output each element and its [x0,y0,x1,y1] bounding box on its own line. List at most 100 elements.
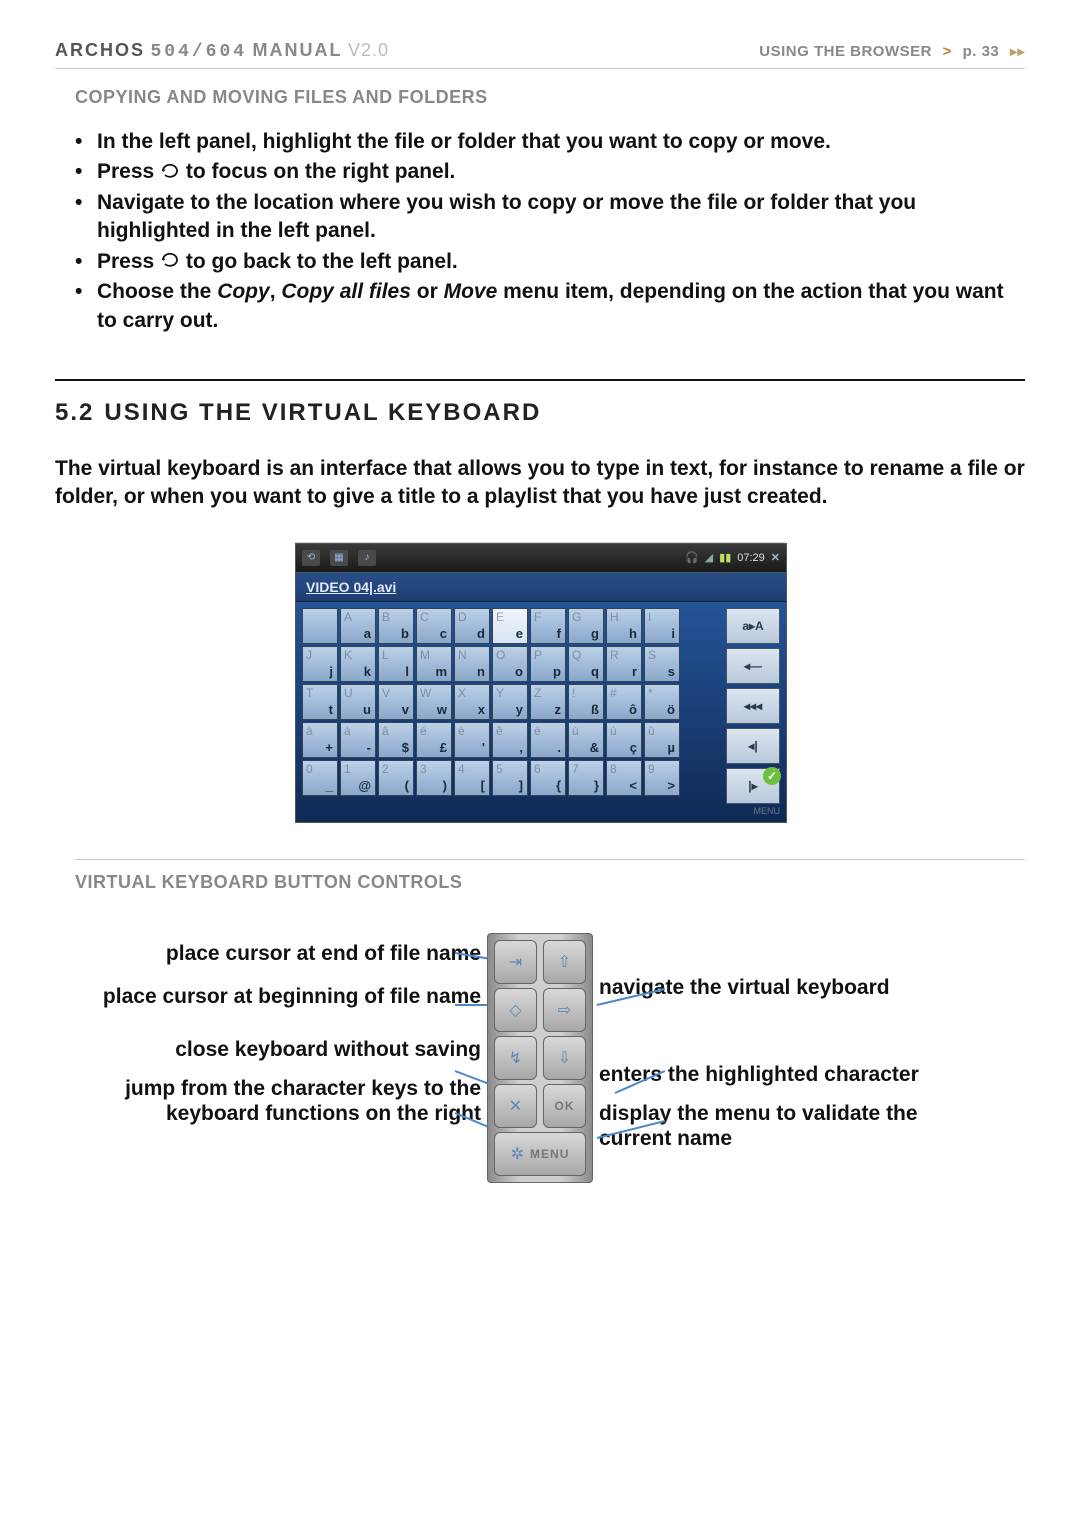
remote-close-button: ✕ [494,1084,537,1128]
vk-key: Jj [302,646,338,682]
model-number: 504/604 [150,42,247,62]
menu-icon: ✲ [511,1144,524,1164]
headphone-icon: 🎧 [685,551,699,564]
vk-key: 3) [416,760,452,796]
bullet-4: Press to go back to the left panel. [97,248,458,277]
vk-key: á- [340,722,376,758]
vk-key: 7} [568,760,604,796]
section-divider [55,379,1025,381]
cycle-icon [160,248,180,276]
eq-icon: ♪ [358,550,376,566]
manual-label: MANUAL [253,40,343,60]
vk-key: Nn [454,646,490,682]
vk-key: Mm [416,646,452,682]
vk-key: Yy [492,684,528,720]
page-number: p. 33 [963,43,1000,60]
remote-tab-button: ⇥ [494,940,537,984]
status-time: 07:29 [737,552,765,564]
vk-filename-field: VIDEO 04|.avi [296,572,786,602]
section-title: 5.2 USING THE VIRTUAL KEYBOARD [55,399,1025,427]
vk-key: úç [606,722,642,758]
vk-key: Kk [340,646,376,682]
vk-key: 6{ [530,760,566,796]
virtual-keyboard-screenshot: ⟲ ▦ ♪ 🎧 ◢ ▮▮ 07:29 ✕ VIDEO 04|.avi AaBbC… [295,542,785,823]
vk-key: #ô [606,684,642,720]
vk-key: Vv [378,684,414,720]
vk-titlebar: ⟲ ▦ ♪ 🎧 ◢ ▮▮ 07:29 ✕ [296,544,786,572]
back-icon: ⟲ [302,550,320,566]
header-right: USING THE BROWSER > p. 33 ▸▸ [759,43,1025,60]
bullet-3: Navigate to the location where you wish … [97,189,1025,246]
subhead-copy-move: COPYING AND MOVING FILES AND FOLDERS [75,87,1025,108]
vk-key: Aa [340,608,376,644]
vk-clear-button: ◂◂◂ [726,688,780,724]
vk-key: Zz [530,684,566,720]
vk-key: Xx [454,684,490,720]
vk-key: Bb [378,608,414,644]
vk-key: ê, [492,722,528,758]
vk-key: 4[ [454,760,490,796]
vk-key: 8< [606,760,642,796]
section-intro: The virtual keyboard is an interface tha… [55,455,1025,512]
remote-right-button: ⇨ [543,988,586,1032]
vk-cursor-left-button: ◂| [726,728,780,764]
check-icon: ✓ [763,767,781,785]
remote-ok-button: OK [543,1084,586,1128]
vk-key: Qq [568,646,604,682]
section-number: 5.2 [55,399,94,426]
vk-key: â$ [378,722,414,758]
remote-up-button: ⇧ [543,940,586,984]
vk-key: é£ [416,722,452,758]
vk-key: 1@ [340,760,376,796]
vk-key [302,608,338,644]
vk-key: Pp [530,646,566,682]
vk-key: !ß [568,684,604,720]
vk-key: Ss [644,646,680,682]
section-name: USING THE VIRTUAL KEYBOARD [104,399,541,426]
vk-key: Oo [492,646,528,682]
vk-key: Dd [454,608,490,644]
vk-key: ù& [568,722,604,758]
vk-key: Ll [378,646,414,682]
vk-key: 5] [492,760,528,796]
vk-key: 9> [644,760,680,796]
vk-side-buttons: a▸A ◂— ◂◂◂ ◂| |▸✓ MENU [726,608,780,816]
vk-shift-button: a▸A [726,608,780,644]
vk-backspace-button: ◂— [726,648,780,684]
vk-key: Uu [340,684,376,720]
bullet-5: Choose the Copy, Copy all files or Move … [97,278,1025,335]
vk-menu-label: MENU [726,806,780,816]
bullet-1: In the left panel, highlight the file or… [97,128,831,156]
vk-key: Cc [416,608,452,644]
vk-key: *ö [644,684,680,720]
vk-key: 2( [378,760,414,796]
bullet-2: Press to focus on the right panel. [97,158,455,187]
signal-icon: ◢ [705,551,713,564]
vk-cursor-right-button: |▸✓ [726,768,780,804]
vk-key: Ii [644,608,680,644]
grid-icon: ▦ [330,550,348,566]
brand: ARCHOS [55,40,145,60]
breadcrumb-sep: > [943,43,952,60]
vk-key: Tt [302,684,338,720]
leader-lines-right [575,933,1035,1203]
page-context: USING THE BROWSER [759,43,932,60]
vk-key: è' [454,722,490,758]
vk-key: Ee [492,608,528,644]
battery-icon: ▮▮ [719,551,731,564]
subhead-button-controls: VIRTUAL KEYBOARD BUTTON CONTROLS [75,859,1025,893]
remote-control: ⇥ ⇧ ◇ ⇨ ↯ ⇩ ✕ OK ✲ MENU [487,933,593,1183]
vk-key-grid: AaBbCcDdEeFfGgHhIiJjKkLlMmNnOoPpQqRrSsTt… [302,608,680,816]
forward-icon: ▸▸ [1010,43,1025,59]
remote-menu-button: ✲ MENU [494,1132,586,1176]
remote-func-button: ↯ [494,1036,537,1080]
vk-key: Gg [568,608,604,644]
vk-key: Hh [606,608,642,644]
cycle-icon [160,159,180,187]
page-header: ARCHOS 504/604 MANUAL V2.0 USING THE BRO… [55,40,1025,69]
remote-left-button: ◇ [494,988,537,1032]
header-left: ARCHOS 504/604 MANUAL V2.0 [55,40,389,62]
controls-diagram: place cursor at end of file name place c… [55,933,1025,1213]
vk-key: Rr [606,646,642,682]
vk-key: 0_ [302,760,338,796]
